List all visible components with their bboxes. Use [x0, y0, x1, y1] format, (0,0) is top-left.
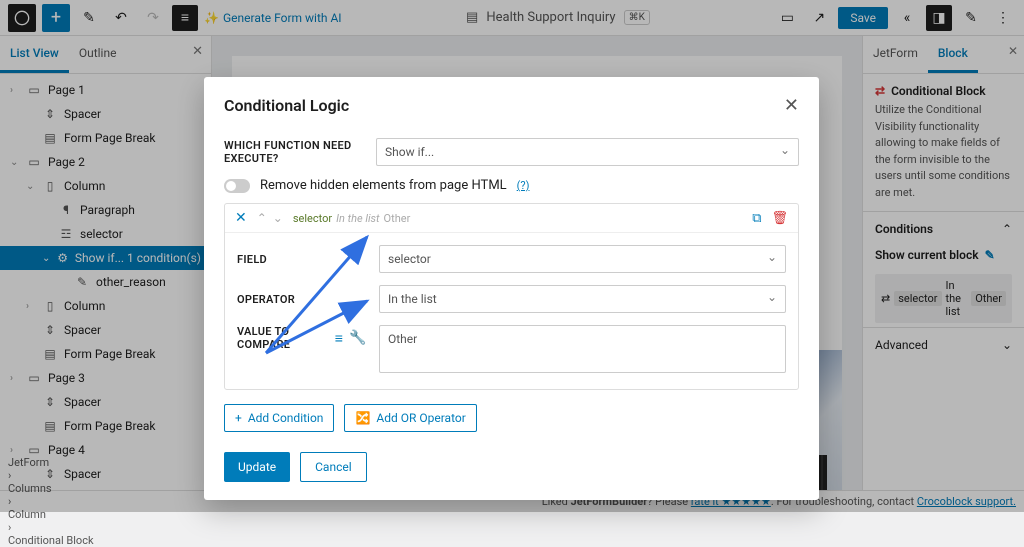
conditional-logic-modal: Conditional Logic ✕ WHICH FUNCTION NEED …	[204, 77, 819, 500]
chevron-right-icon: ›	[8, 521, 11, 534]
breadcrumb-item[interactable]: Conditional Block	[8, 534, 94, 547]
annotation-arrows	[204, 77, 819, 437]
update-button[interactable]: Update	[224, 452, 290, 482]
cancel-button[interactable]: Cancel	[300, 452, 367, 482]
